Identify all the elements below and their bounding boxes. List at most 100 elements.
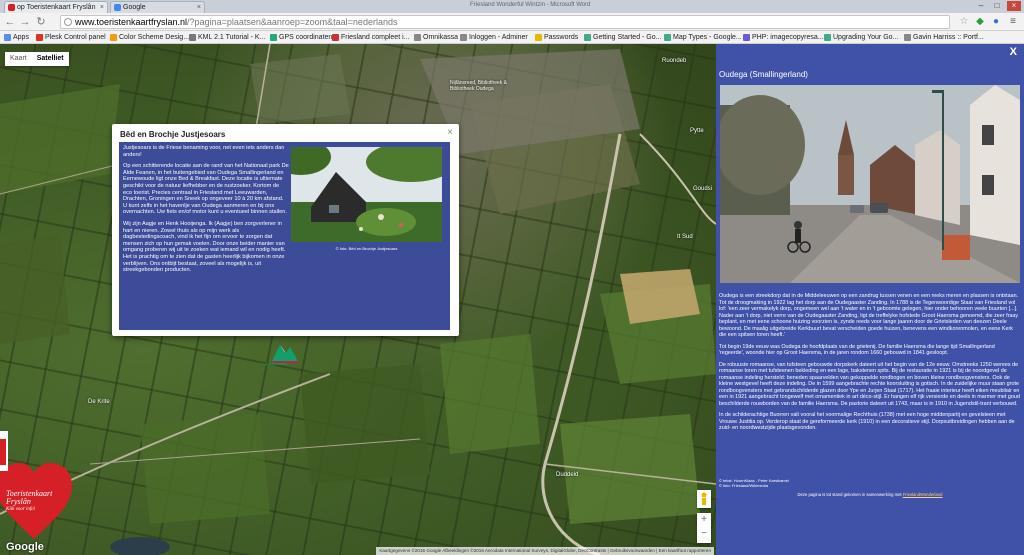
village-photo-image: [720, 85, 1020, 283]
zoom-in-button[interactable]: +: [697, 513, 711, 527]
bookmark-item[interactable]: Friesland compleet i...: [332, 32, 409, 43]
zoom-control: + −: [697, 513, 711, 543]
bookmark-item[interactable]: Getting Started - Go...: [584, 32, 661, 43]
reload-icon[interactable]: ↻: [34, 15, 48, 29]
bookmark-item[interactable]: Map Types - Google...: [664, 32, 742, 43]
forward-icon[interactable]: →: [18, 15, 32, 29]
street-view-pegman-icon[interactable]: [697, 490, 711, 508]
bookmark-label: Gavin Harriss :: Portf...: [913, 34, 984, 41]
panel-footer: Deze pagina is tot stand gekomen in same…: [716, 492, 1024, 497]
footer-link[interactable]: FrieslandWonderland: [903, 492, 943, 497]
maximize-icon[interactable]: □: [990, 1, 1004, 11]
bookmark-icon: [535, 34, 542, 41]
logo-text: Toeristenkaart Fryslân Klik voor info!: [6, 490, 52, 514]
browser-tab-active[interactable]: op Toeristenkaart Fryslân ×: [4, 1, 108, 13]
shield-extension-icon[interactable]: ◆: [974, 16, 986, 28]
bookmark-icon: [110, 34, 117, 41]
bookmark-label: Omnikassa: [423, 34, 459, 41]
bookmark-item[interactable]: GPS coordinaten: [270, 32, 332, 43]
address-bar[interactable]: www.toeristenkaartfryslan.nl/?pagina=pla…: [60, 15, 950, 29]
bookmark-item[interactable]: Gavin Harriss :: Portf...: [904, 32, 984, 43]
info-window: Bêd en Brochje Justjesoars × Justjesoars…: [112, 124, 459, 336]
panel-close-button[interactable]: X: [1010, 46, 1017, 58]
bookmark-label: PHP: imagecopyresa...: [752, 34, 824, 41]
bookmark-item[interactable]: KML 2.1 Tutorial - K...: [189, 32, 265, 43]
bnb-marker-icon[interactable]: [268, 339, 300, 363]
bookmark-icon: [824, 34, 831, 41]
village-photo: [720, 85, 1020, 283]
bookmark-apps[interactable]: Apps: [4, 32, 29, 43]
google-favicon-icon: [114, 4, 121, 11]
tab-close-icon[interactable]: ×: [197, 2, 201, 13]
bookmark-label: Apps: [13, 34, 29, 41]
map-attribution[interactable]: Kaartgegevens ©2016 Google Afbeeldingen …: [376, 547, 714, 555]
bookmark-item[interactable]: Passwords: [535, 32, 578, 43]
bookmark-label: KML 2.1 Tutorial - K...: [198, 34, 266, 41]
info-window-content: Justjesoars is de Friese benaming voor, …: [119, 142, 450, 330]
window-close-icon[interactable]: ×: [1007, 1, 1021, 11]
bookmark-label: GPS coordinaten: [279, 34, 333, 41]
site-favicon-icon: [8, 4, 15, 11]
bookmark-item[interactable]: Upgrading Your Go...: [824, 32, 898, 43]
tab-title: Google: [123, 4, 146, 11]
bookmark-item[interactable]: Omnikassa: [414, 32, 458, 43]
url-domain: www.toeristenkaartfryslan.nl: [75, 17, 188, 27]
map-type-kaart[interactable]: Kaart: [5, 52, 32, 66]
browser-tab-google[interactable]: Google ×: [110, 1, 205, 13]
bookmark-label: Passwords: [544, 34, 579, 41]
photo-credit: © foto: Friesland/Wikimedia: [719, 483, 768, 488]
extension-icon[interactable]: ●: [990, 16, 1002, 28]
toeristenkaart-logo[interactable]: [0, 421, 72, 541]
logo-line: Klik voor info!: [6, 507, 36, 512]
bookmark-icon: [414, 34, 421, 41]
bnb-photo-credit: © foto: Bêd en Brochje Justjesoars: [335, 246, 398, 251]
tab-close-icon[interactable]: ×: [100, 2, 104, 13]
panel-text: Oudega is een streekdorp dat in de Midde…: [719, 293, 1020, 437]
bookmark-icon: [743, 34, 750, 41]
bookmark-item[interactable]: Color Scheme Desig...: [110, 32, 189, 43]
bookmark-item[interactable]: Plesk Control panel: [36, 32, 106, 43]
map-place-label: Goudsi: [693, 186, 713, 192]
bookmark-icon: [460, 34, 467, 41]
bookmark-icon: [664, 34, 671, 41]
bookmark-label: Plesk Control panel: [45, 34, 106, 41]
satellite-map[interactable]: Kaart Satelliet Nijlânsreed, Bibliotheek…: [0, 44, 716, 555]
bnb-photo-image: [291, 147, 442, 242]
info-window-title: Bêd en Brochje Justjesoars: [120, 130, 226, 139]
bookmark-icon: [332, 34, 339, 41]
bookmark-label: Map Types - Google...: [673, 34, 742, 41]
place-panel: X Oudega (Smallingerland) Oudega is een …: [716, 44, 1024, 555]
minimize-icon[interactable]: –: [974, 1, 988, 11]
info-window-text: Justjesoars is de Friese benaming voor, …: [123, 145, 289, 279]
google-logo: Google: [6, 541, 44, 553]
page-info-icon[interactable]: [64, 18, 72, 26]
marker-label: Justjesoars: [265, 361, 288, 366]
bookmark-item[interactable]: Inloggen - Adminer: [460, 32, 528, 43]
bookmark-label: Upgrading Your Go...: [833, 34, 899, 41]
menu-icon[interactable]: ≡: [1007, 16, 1019, 28]
map-type-control: Kaart Satelliet: [5, 52, 69, 66]
back-icon[interactable]: ←: [3, 15, 17, 29]
bookmark-label: Friesland compleet i...: [341, 34, 410, 41]
bookmark-icon: [584, 34, 591, 41]
info-paragraph: Wij zijn Aagje en Henk Hooijenga. Ik (Aa…: [123, 220, 286, 274]
bookmark-star-icon[interactable]: ☆: [958, 16, 970, 28]
map-place-label: Ruondeb: [662, 58, 687, 64]
panel-paragraph: De robuuste romaanse, van tufsteen gebou…: [719, 361, 1020, 407]
panel-title: Oudega (Smallingerland): [719, 70, 808, 79]
zoom-out-button[interactable]: −: [697, 527, 711, 541]
map-place-label: Pytte: [690, 128, 704, 134]
info-window-close-icon[interactable]: ×: [447, 127, 453, 138]
info-paragraph: Op een schitterende locatie aan de rand …: [123, 163, 289, 216]
bookmark-icon: [36, 34, 43, 41]
footer-text: Deze pagina is tot stand gekomen in same…: [797, 492, 902, 497]
panel-credits: © tekst: HoornKlaas - Peter Karstkamel ©…: [719, 478, 789, 488]
bookmark-item[interactable]: PHP: imagecopyresa...: [743, 32, 824, 43]
url-path: /?pagina=plaatsen&aanroep=zoom&taal=nede…: [187, 17, 398, 27]
panel-paragraph: Tot begin 19de eeuw was Oudega de hoofdp…: [719, 343, 995, 357]
info-paragraph: Justjesoars is de Friese benaming voor, …: [123, 145, 285, 158]
panel-paragraph: Oudega is een streekdorp dat in de Midde…: [719, 293, 1019, 338]
bookmark-label: Inloggen - Adminer: [469, 34, 528, 41]
map-type-satelliet[interactable]: Satelliet: [32, 52, 69, 66]
map-place-label: Duddeld: [556, 472, 579, 478]
